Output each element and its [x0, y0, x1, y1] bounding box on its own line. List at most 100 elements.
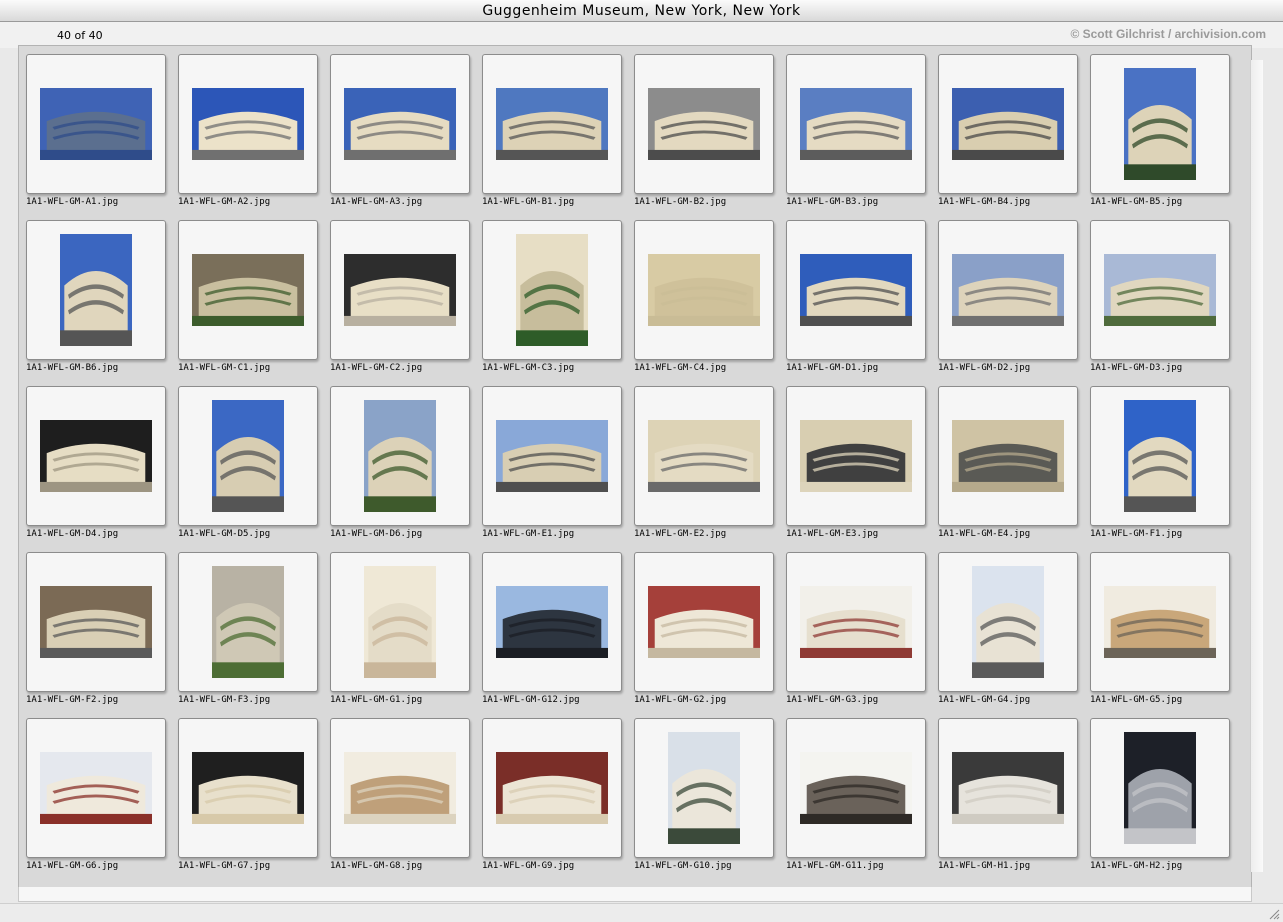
slide-mount[interactable] — [330, 386, 470, 526]
slide-mount[interactable] — [178, 552, 318, 692]
entrance-icon — [40, 420, 152, 492]
slide-mount[interactable] — [1090, 552, 1230, 692]
slide-mount[interactable] — [330, 220, 470, 360]
slide-item[interactable]: 1A1-WFL-GM-D3.jpg — [1090, 220, 1230, 380]
slide-item[interactable]: 1A1-WFL-GM-B4.jpg — [938, 54, 1078, 214]
slide-item[interactable]: 1A1-WFL-GM-G7.jpg — [178, 718, 318, 878]
slide-item[interactable]: 1A1-WFL-GM-H1.jpg — [938, 718, 1078, 878]
horizontal-scrollbar[interactable] — [18, 887, 1252, 902]
slide-item[interactable]: 1A1-WFL-GM-D5.jpg — [178, 386, 318, 546]
slide-mount[interactable] — [634, 552, 774, 692]
slide-item[interactable]: 1A1-WFL-GM-G4.jpg — [938, 552, 1078, 712]
slide-item[interactable]: 1A1-WFL-GM-H2.jpg — [1090, 718, 1230, 878]
slide-item[interactable]: 1A1-WFL-GM-A2.jpg — [178, 54, 318, 214]
slide-mount[interactable] — [1090, 54, 1230, 194]
slide-item[interactable]: 1A1-WFL-GM-G6.jpg — [26, 718, 166, 878]
facade-detail-icon — [800, 420, 912, 492]
slide-item[interactable]: 1A1-WFL-GM-F2.jpg — [26, 552, 166, 712]
interior-ramp-icon — [668, 732, 740, 844]
slide-mount[interactable] — [1090, 386, 1230, 526]
slide-item[interactable]: 1A1-WFL-GM-E1.jpg — [482, 386, 622, 546]
slide-mount[interactable] — [1090, 718, 1230, 858]
slide-item[interactable]: 1A1-WFL-GM-G10.jpg — [634, 718, 774, 878]
facade-detail-icon — [648, 420, 760, 492]
slide-item[interactable]: 1A1-WFL-GM-G2.jpg — [634, 552, 774, 712]
slide-mount[interactable] — [938, 220, 1078, 360]
slide-mount[interactable] — [786, 718, 926, 858]
slide-item[interactable]: 1A1-WFL-GM-D2.jpg — [938, 220, 1078, 380]
slide-mount[interactable] — [1090, 220, 1230, 360]
slide-mount[interactable] — [786, 386, 926, 526]
slide-mount[interactable] — [634, 54, 774, 194]
resize-grip-icon[interactable] — [1268, 908, 1280, 920]
slide-item[interactable]: 1A1-WFL-GM-A3.jpg — [330, 54, 470, 214]
slide-filename: 1A1-WFL-GM-C1.jpg — [178, 363, 271, 373]
slide-item[interactable]: 1A1-WFL-GM-B3.jpg — [786, 54, 926, 214]
slide-mount[interactable] — [26, 386, 166, 526]
slide-filename: 1A1-WFL-GM-E3.jpg — [786, 529, 879, 539]
slide-item[interactable]: 1A1-WFL-GM-C3.jpg — [482, 220, 622, 380]
slide-mount[interactable] — [634, 718, 774, 858]
slide-item[interactable]: 1A1-WFL-GM-F3.jpg — [178, 552, 318, 712]
slide-mount[interactable] — [938, 552, 1078, 692]
slide-mount[interactable] — [786, 552, 926, 692]
slide-mount[interactable] — [938, 54, 1078, 194]
slide-item[interactable]: 1A1-WFL-GM-B5.jpg — [1090, 54, 1230, 214]
slide-item[interactable]: 1A1-WFL-GM-G12.jpg — [482, 552, 622, 712]
slide-mount[interactable] — [482, 220, 622, 360]
slide-mount[interactable] — [786, 54, 926, 194]
slide-mount[interactable] — [634, 386, 774, 526]
slide-item[interactable]: 1A1-WFL-GM-F1.jpg — [1090, 386, 1230, 546]
spiral-building-icon — [40, 586, 152, 658]
slide-item[interactable]: 1A1-WFL-GM-G8.jpg — [330, 718, 470, 878]
slide-item[interactable]: 1A1-WFL-GM-G9.jpg — [482, 718, 622, 878]
slide-mount[interactable] — [178, 386, 318, 526]
slide-mount[interactable] — [26, 552, 166, 692]
slide-mount[interactable] — [330, 552, 470, 692]
slide-item[interactable]: 1A1-WFL-GM-G5.jpg — [1090, 552, 1230, 712]
slide-mount[interactable] — [26, 54, 166, 194]
slide-mount[interactable] — [786, 220, 926, 360]
slide-item[interactable]: 1A1-WFL-GM-E2.jpg — [634, 386, 774, 546]
slide-item[interactable]: 1A1-WFL-GM-C4.jpg — [634, 220, 774, 380]
slide-mount[interactable] — [330, 54, 470, 194]
slide-mount[interactable] — [26, 718, 166, 858]
slide-item[interactable]: 1A1-WFL-GM-C2.jpg — [330, 220, 470, 380]
slide-filename: 1A1-WFL-GM-D5.jpg — [178, 529, 271, 539]
vertical-scrollbar[interactable] — [1250, 60, 1263, 872]
slide-item[interactable]: 1A1-WFL-GM-D1.jpg — [786, 220, 926, 380]
slide-item[interactable]: 1A1-WFL-GM-D6.jpg — [330, 386, 470, 546]
title-bar[interactable]: Guggenheim Museum, New York, New York — [0, 0, 1283, 22]
slide-mount[interactable] — [482, 54, 622, 194]
slide-item[interactable]: 1A1-WFL-GM-E4.jpg — [938, 386, 1078, 546]
slide-item[interactable]: 1A1-WFL-GM-C1.jpg — [178, 220, 318, 380]
spiral-building-icon — [1124, 400, 1196, 512]
slide-mount[interactable] — [482, 386, 622, 526]
slide-item[interactable]: 1A1-WFL-GM-G1.jpg — [330, 552, 470, 712]
slide-mount[interactable] — [482, 552, 622, 692]
slide-mount[interactable] — [634, 220, 774, 360]
slide-item[interactable]: 1A1-WFL-GM-G11.jpg — [786, 718, 926, 878]
slide-mount[interactable] — [178, 54, 318, 194]
slide-filename: 1A1-WFL-GM-F1.jpg — [1090, 529, 1183, 539]
slide-mount[interactable] — [26, 220, 166, 360]
slide-mount[interactable] — [178, 220, 318, 360]
slide-item[interactable]: 1A1-WFL-GM-A1.jpg — [26, 54, 166, 214]
slide-item[interactable]: 1A1-WFL-GM-B1.jpg — [482, 54, 622, 214]
slide-mount[interactable] — [330, 718, 470, 858]
slide-filename: 1A1-WFL-GM-B3.jpg — [786, 197, 879, 207]
slide-mount[interactable] — [938, 718, 1078, 858]
interior-ramp-icon — [344, 752, 456, 824]
slide-filename: 1A1-WFL-GM-C3.jpg — [482, 363, 575, 373]
slide-mount[interactable] — [938, 386, 1078, 526]
slide-item[interactable]: 1A1-WFL-GM-B6.jpg — [26, 220, 166, 380]
slide-mount[interactable] — [178, 718, 318, 858]
slide-item[interactable]: 1A1-WFL-GM-B2.jpg — [634, 54, 774, 214]
slide-mount[interactable] — [482, 718, 622, 858]
slide-filename: 1A1-WFL-GM-B6.jpg — [26, 363, 119, 373]
slide-item[interactable]: 1A1-WFL-GM-D4.jpg — [26, 386, 166, 546]
slide-item[interactable]: 1A1-WFL-GM-E3.jpg — [786, 386, 926, 546]
slide-item[interactable]: 1A1-WFL-GM-G3.jpg — [786, 552, 926, 712]
slide-filename: 1A1-WFL-GM-E2.jpg — [634, 529, 727, 539]
spiral-building-icon — [800, 88, 912, 160]
